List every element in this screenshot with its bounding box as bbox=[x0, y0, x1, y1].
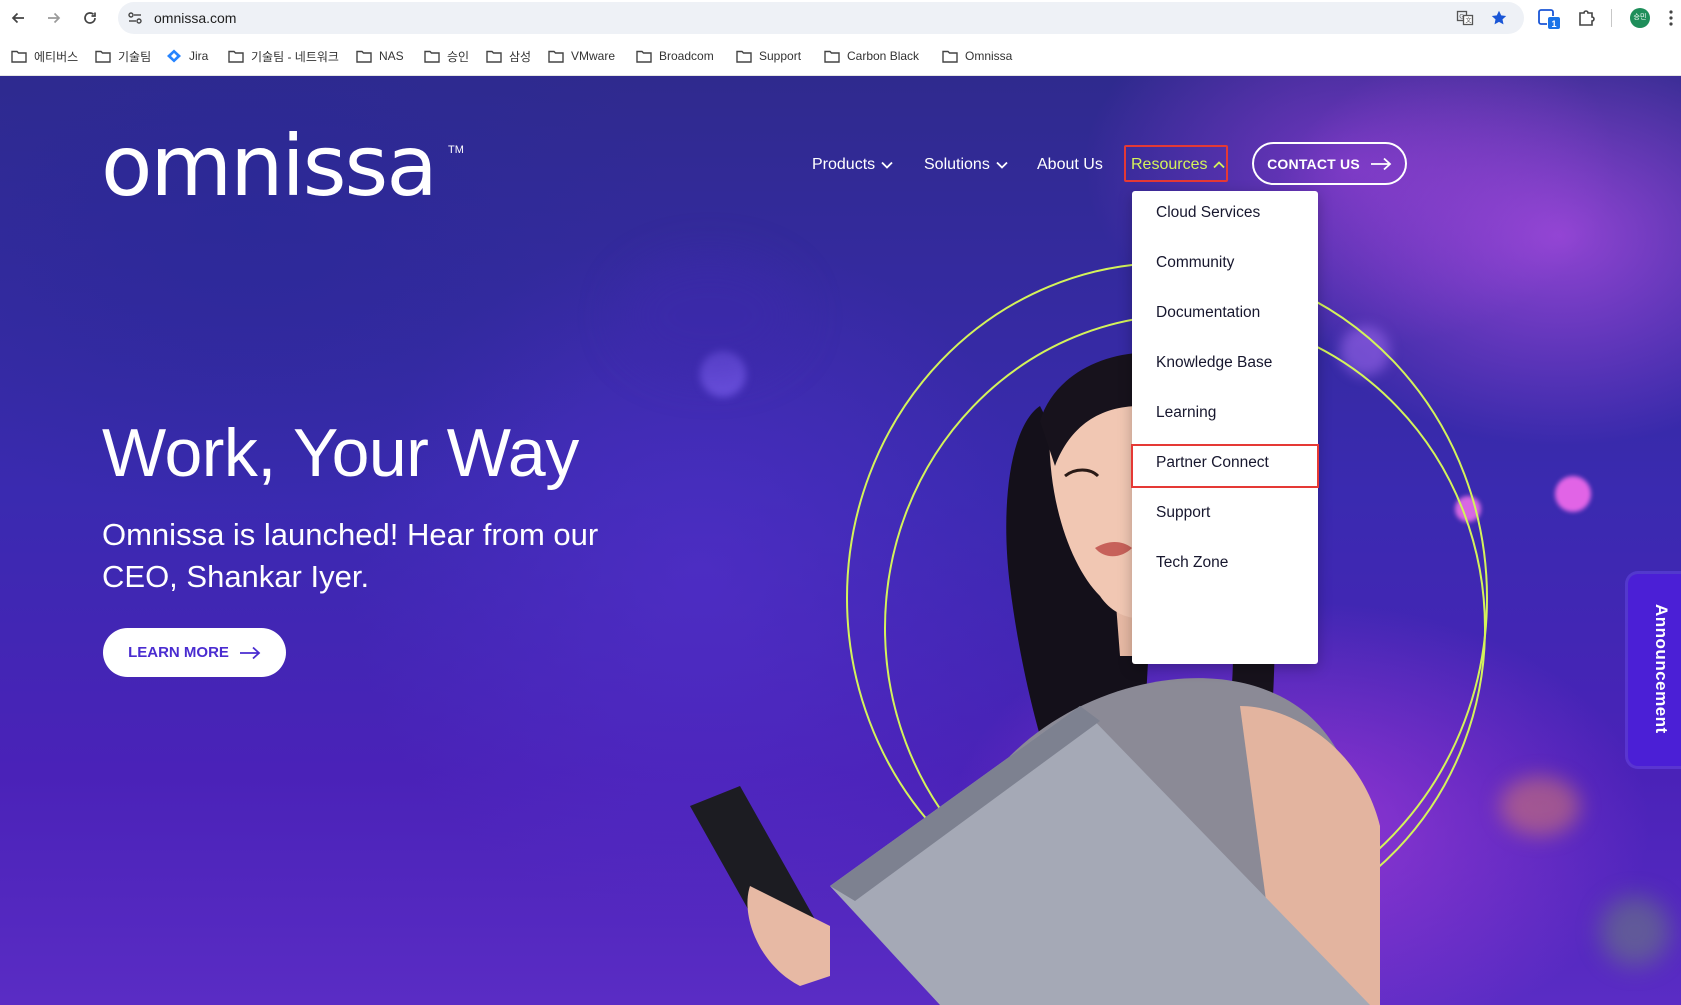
reload-icon bbox=[84, 12, 96, 24]
folder-icon bbox=[942, 50, 958, 63]
nav-about-us[interactable]: About Us bbox=[1037, 154, 1103, 176]
more-options-icon[interactable] bbox=[1666, 8, 1676, 28]
forward-button[interactable] bbox=[42, 6, 66, 30]
reload-button[interactable] bbox=[78, 6, 102, 30]
arrow-right-icon bbox=[48, 12, 61, 24]
bookmark-label: NAS bbox=[379, 49, 404, 63]
bookmark-item[interactable]: 에티버스 bbox=[11, 47, 78, 65]
bookmark-item[interactable]: 승인 bbox=[424, 47, 469, 65]
menu-item-cloud-services[interactable]: Cloud Services bbox=[1156, 204, 1260, 222]
bookmark-label: 삼성 bbox=[509, 49, 532, 64]
arrow-right-icon bbox=[1370, 157, 1392, 170]
learn-more-label: LEARN MORE bbox=[128, 644, 229, 661]
bookmark-item[interactable]: 기술팀 bbox=[95, 47, 151, 65]
browser-toolbar: omnissa.com G文 1 승민 bbox=[0, 0, 1681, 36]
contact-us-label: CONTACT US bbox=[1267, 155, 1360, 172]
bookmark-item[interactable]: Broadcom bbox=[636, 47, 714, 65]
menu-item-documentation[interactable]: Documentation bbox=[1156, 304, 1260, 322]
translate-icon[interactable]: G文 bbox=[1456, 9, 1474, 27]
address-bar[interactable]: omnissa.com G文 bbox=[118, 2, 1524, 34]
chevron-down-icon bbox=[881, 161, 893, 169]
profile-avatar[interactable]: 승민 bbox=[1630, 8, 1650, 28]
menu-item-community[interactable]: Community bbox=[1156, 254, 1234, 272]
contact-us-button[interactable]: CONTACT US bbox=[1252, 142, 1407, 185]
folder-icon bbox=[95, 50, 111, 63]
url-text[interactable]: omnissa.com bbox=[154, 10, 236, 26]
nav-products-label: Products bbox=[812, 156, 876, 173]
folder-icon bbox=[636, 50, 652, 63]
nav-products[interactable]: Products bbox=[812, 154, 893, 176]
bookmark-label: Carbon Black bbox=[847, 49, 920, 63]
bookmark-label: Broadcom bbox=[659, 49, 714, 63]
jira-icon bbox=[167, 49, 181, 63]
bookmark-item[interactable]: NAS bbox=[356, 47, 404, 65]
menu-item-support[interactable]: Support bbox=[1156, 504, 1210, 522]
chevron-down-icon bbox=[996, 161, 1008, 169]
svg-text:G: G bbox=[1459, 14, 1464, 21]
back-button[interactable] bbox=[6, 6, 30, 30]
bookmark-item[interactable]: 삼성 bbox=[486, 47, 531, 65]
bookmark-item[interactable]: VMware bbox=[548, 47, 615, 65]
learn-more-button[interactable]: LEARN MORE bbox=[103, 628, 286, 677]
bookmark-label: Jira bbox=[189, 49, 209, 63]
bookmark-label: 기술팀 - 네트워크 bbox=[251, 49, 339, 64]
announcement-label: Announcement bbox=[1652, 604, 1671, 734]
folder-icon bbox=[11, 50, 27, 63]
folder-icon bbox=[356, 50, 372, 63]
bookmark-star-icon[interactable] bbox=[1490, 9, 1508, 27]
bookmark-item[interactable]: Omnissa bbox=[942, 47, 1012, 65]
arrow-right-icon bbox=[239, 646, 261, 659]
hero-title: Work, Your Way bbox=[102, 415, 579, 491]
bookmark-item[interactable]: Support bbox=[736, 47, 801, 65]
bokeh-light bbox=[1555, 476, 1591, 512]
bookmark-label: Omnissa bbox=[965, 49, 1013, 63]
extension-badge: 1 bbox=[1547, 16, 1561, 30]
folder-icon bbox=[824, 50, 840, 63]
resources-highlight-box bbox=[1124, 145, 1228, 182]
nav-solutions[interactable]: Solutions bbox=[924, 154, 1008, 176]
hero-section: omnissa TM Products Solutions About Us R… bbox=[0, 76, 1681, 1005]
resources-dropdown-menu: Cloud Services Community Documentation K… bbox=[1132, 191, 1318, 664]
bookmarks-bar: 에티버스 기술팀 Jira 기술팀 - 네트워크 NAS 승인 삼성 VMwar… bbox=[0, 36, 1681, 76]
omnissa-logo[interactable]: omnissa bbox=[101, 124, 438, 208]
nav-solutions-label: Solutions bbox=[924, 156, 990, 173]
menu-item-tech-zone[interactable]: Tech Zone bbox=[1156, 554, 1228, 572]
toolbar-divider bbox=[1611, 9, 1612, 27]
partner-connect-highlight-box bbox=[1131, 444, 1319, 488]
arrow-left-icon bbox=[11, 12, 24, 24]
bookmark-label: 기술팀 bbox=[118, 49, 152, 64]
bookmark-item[interactable]: Jira bbox=[166, 47, 208, 65]
svg-text:文: 文 bbox=[1466, 17, 1472, 25]
menu-item-knowledge-base[interactable]: Knowledge Base bbox=[1156, 354, 1272, 372]
nav-about-label: About Us bbox=[1037, 156, 1103, 173]
folder-icon bbox=[736, 50, 752, 63]
bookmark-label: Support bbox=[759, 49, 802, 63]
bookmark-item[interactable]: Carbon Black bbox=[824, 47, 919, 65]
hero-subtitle: Omnissa is launched! Hear from our CEO, … bbox=[102, 517, 599, 594]
folder-icon bbox=[228, 50, 244, 63]
site-settings-icon[interactable] bbox=[126, 9, 144, 27]
puzzle-icon[interactable] bbox=[1576, 7, 1598, 29]
bookmark-item[interactable]: 기술팀 - 네트워크 bbox=[228, 47, 339, 65]
bookmark-label: VMware bbox=[571, 49, 616, 63]
folder-icon bbox=[548, 50, 564, 63]
folder-icon bbox=[486, 50, 502, 63]
bokeh-light bbox=[1600, 896, 1670, 966]
menu-item-learning[interactable]: Learning bbox=[1156, 404, 1216, 422]
bookmark-label: 승인 bbox=[447, 49, 470, 64]
bookmark-label: 에티버스 bbox=[34, 49, 79, 64]
logo-trademark: TM bbox=[448, 144, 464, 156]
folder-icon bbox=[424, 50, 440, 63]
